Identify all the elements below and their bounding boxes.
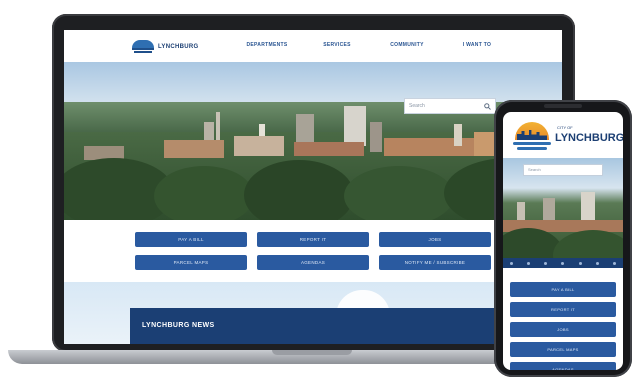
phone-search-input[interactable]: Search [523,164,603,176]
phone-logo-text: LYNCHBURG [555,132,623,144]
site-logo-text: LYNCHBURG [158,44,199,50]
main-nav: DEPARTMENTS SERVICES COMMUNITY I WANT TO [232,42,512,48]
phone-quick-link-button[interactable]: AGENDAS [510,362,616,370]
city-logo-icon [132,40,154,54]
phone-quick-link-button[interactable]: PAY A BILL [510,282,616,297]
news-section: LYNCHBURG NEWS [64,282,562,344]
phone-quick-link-button[interactable]: PARCEL MAPS [510,342,616,357]
search-icon[interactable] [484,102,491,110]
quick-link-button[interactable]: JOBS [379,232,491,247]
site-header: LYNCHBURG DEPARTMENTS SERVICES COMMUNITY… [64,30,562,62]
laptop-notch [272,350,352,355]
search-placeholder: Search [409,103,425,109]
nav-services[interactable]: SERVICES [302,42,372,48]
search-input[interactable]: Search [404,98,496,114]
quick-link-button[interactable]: AGENDAS [257,255,369,270]
news-title: LYNCHBURG NEWS [142,322,215,329]
phone-quick-link-button[interactable]: REPORT IT [510,302,616,317]
phone-hero-image: Search [503,158,623,258]
nav-community[interactable]: COMMUNITY [372,42,442,48]
phone-speaker [544,104,582,108]
hero-image: Search f [64,62,562,220]
phone-logo-small-text: CITY OF [557,125,573,130]
phone-quick-link-button[interactable]: JOBS [510,322,616,337]
quick-link-button[interactable]: PAY A BILL [135,232,247,247]
quick-link-button[interactable]: NOTIFY ME / SUBSCRIBE [379,255,491,270]
nav-departments[interactable]: DEPARTMENTS [232,42,302,48]
phone-logo[interactable]: CITY OF LYNCHBURG [511,120,623,154]
quick-links: PAY A BILL REPORT IT JOBS PARCEL MAPS AG… [64,220,562,282]
laptop-screen: LYNCHBURG DEPARTMENTS SERVICES COMMUNITY… [64,30,562,344]
quick-link-button[interactable]: REPORT IT [257,232,369,247]
nav-i-want-to[interactable]: I WANT TO [442,42,512,48]
quick-link-button[interactable]: PARCEL MAPS [135,255,247,270]
site-logo[interactable]: LYNCHBURG [132,38,198,56]
phone-screen: CITY OF LYNCHBURG Search PAY A BILL REPO… [503,112,623,370]
phone-icon-toolbar [503,258,623,268]
